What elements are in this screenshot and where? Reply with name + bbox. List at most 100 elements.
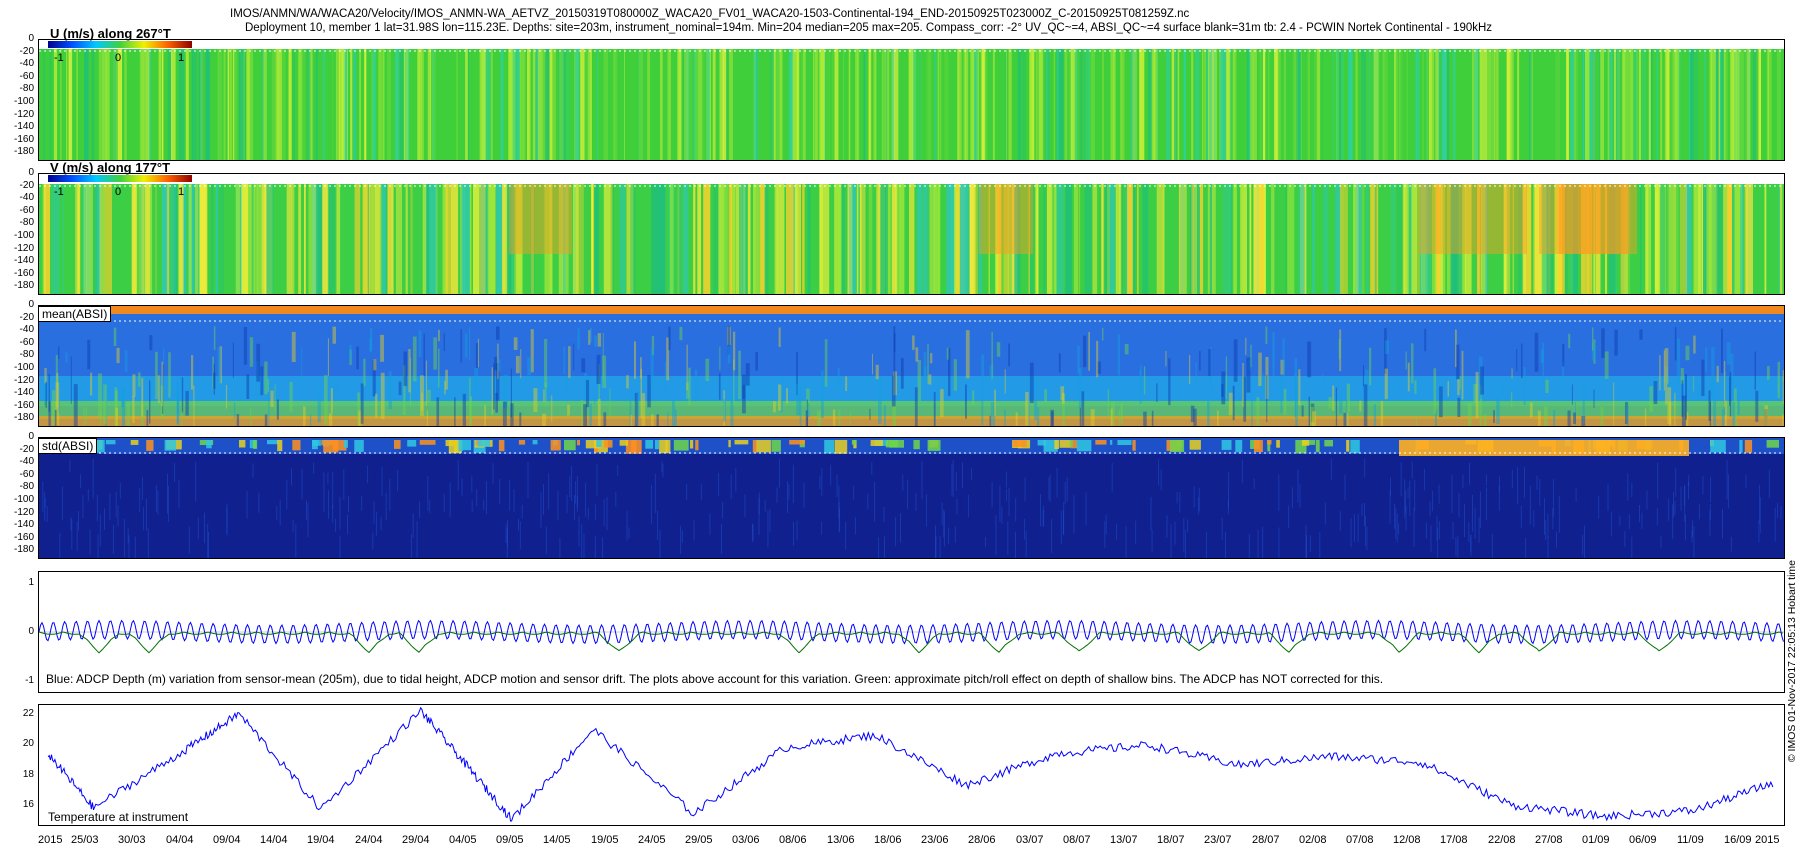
heatmap-streak — [1198, 488, 1200, 512]
heatmap-streak — [578, 515, 580, 547]
heatmap-streak — [332, 326, 336, 344]
heatmap-streak — [575, 49, 580, 160]
heatmap-streak — [145, 498, 147, 531]
heatmap-streak — [99, 412, 102, 426]
heatmap-streak — [1659, 355, 1661, 391]
heatmap-streak — [1638, 49, 1641, 160]
heatmap-streak — [871, 462, 873, 475]
heatmap-streak — [602, 332, 604, 381]
heatmap-streak — [543, 389, 545, 402]
y-tick-label: 20 — [22, 738, 34, 750]
heatmap-streak — [723, 399, 726, 422]
heatmap-streak — [1679, 184, 1688, 294]
heatmap-streak — [1435, 49, 1438, 160]
heatmap-streak — [793, 49, 796, 160]
heatmap-streak — [207, 532, 209, 558]
heatmap-streak — [1703, 49, 1707, 160]
heatmap-streak — [1529, 402, 1533, 418]
heatmap-streak — [1142, 184, 1149, 294]
heatmap-streak — [1485, 474, 1487, 486]
heatmap-streak — [141, 476, 143, 500]
heatmap-streak — [1043, 184, 1046, 294]
heatmap-streak — [1230, 184, 1232, 294]
heatmap-streak — [335, 518, 337, 532]
heatmap-streak — [361, 495, 363, 511]
heatmap-streak — [677, 49, 682, 160]
heatmap-streak — [232, 342, 234, 378]
heatmap-streak — [1644, 408, 1647, 426]
heatmap-streak — [1151, 410, 1154, 426]
u-cbar-tick: 1 — [178, 52, 185, 64]
heatmap-streak — [1287, 184, 1295, 294]
heatmap-streak — [420, 375, 424, 416]
heatmap-streak — [788, 49, 793, 160]
heatmap-streak — [1339, 184, 1345, 294]
heatmap-streak — [566, 49, 570, 160]
surface-anomaly — [550, 440, 561, 451]
heatmap-streak — [104, 184, 112, 294]
heatmap-streak — [211, 184, 214, 294]
heatmap-streak — [119, 483, 121, 499]
heatmap-streak — [1179, 184, 1187, 294]
heatmap-streak — [1591, 49, 1596, 160]
depth-note: Blue: ADCP Depth (m) variation from sens… — [46, 672, 1384, 686]
heatmap-streak — [1056, 467, 1058, 498]
heatmap-streak — [1456, 344, 1460, 380]
surface-anomaly — [654, 440, 660, 450]
y-tick-label: 1 — [28, 577, 34, 589]
heatmap-streak — [1433, 368, 1437, 415]
surface-anomaly — [323, 440, 339, 453]
heatmap-streak — [1680, 486, 1682, 511]
heatmap-streak — [1322, 374, 1324, 388]
heatmap-streak — [747, 184, 751, 294]
heatmap-streak — [226, 503, 228, 536]
heatmap-streak — [418, 330, 422, 357]
heatmap-streak — [461, 184, 465, 294]
surface-anomaly — [1095, 440, 1107, 445]
heatmap-streak — [143, 507, 145, 531]
heatmap-streak — [429, 500, 431, 513]
heatmap-streak — [132, 396, 135, 423]
heatmap-streak — [1044, 389, 1047, 403]
heatmap-streak — [573, 343, 575, 371]
heatmap-streak — [317, 389, 321, 423]
heatmap-streak — [416, 521, 418, 558]
heatmap-streak — [1573, 49, 1576, 160]
heatmap-streak — [1210, 346, 1212, 394]
surface-anomaly — [394, 440, 401, 449]
heatmap-streak — [1240, 184, 1243, 294]
heatmap-streak — [523, 49, 526, 160]
heatmap-streak — [1008, 49, 1012, 160]
x-tick-label: 17/08 — [1440, 834, 1468, 846]
heatmap-streak — [301, 49, 306, 160]
heatmap-streak — [824, 339, 828, 387]
heatmap-streak — [307, 49, 311, 160]
surface-anomaly — [277, 440, 283, 452]
heatmap-streak — [1283, 49, 1287, 160]
heatmap-streak — [115, 491, 117, 518]
heatmap-streak — [1727, 184, 1732, 294]
heatmap-streak — [1068, 49, 1070, 160]
heatmap-streak — [588, 330, 591, 345]
heatmap-streak — [1414, 380, 1417, 394]
heatmap-streak — [1529, 485, 1531, 525]
heatmap-streak — [322, 49, 326, 160]
y-tick-label: -120 — [13, 506, 34, 518]
heatmap-streak — [1056, 49, 1059, 160]
heatmap-streak — [617, 465, 619, 476]
heatmap-streak — [246, 491, 248, 519]
heatmap-streak — [1107, 389, 1110, 418]
heatmap-streak — [1183, 518, 1185, 552]
heatmap-streak — [1759, 497, 1761, 534]
x-tick-label: 25/03 — [71, 834, 99, 846]
heatmap-streak — [76, 521, 78, 551]
heatmap-streak — [915, 493, 917, 511]
heatmap-streak — [1571, 384, 1573, 405]
heatmap-streak — [946, 347, 949, 360]
heatmap-streak — [615, 491, 617, 507]
heatmap-streak — [460, 329, 462, 363]
heatmap-streak — [168, 352, 171, 398]
x-tick-label: 24/05 — [638, 834, 666, 846]
heatmap-streak — [1710, 476, 1712, 503]
heatmap-streak — [1101, 184, 1104, 294]
